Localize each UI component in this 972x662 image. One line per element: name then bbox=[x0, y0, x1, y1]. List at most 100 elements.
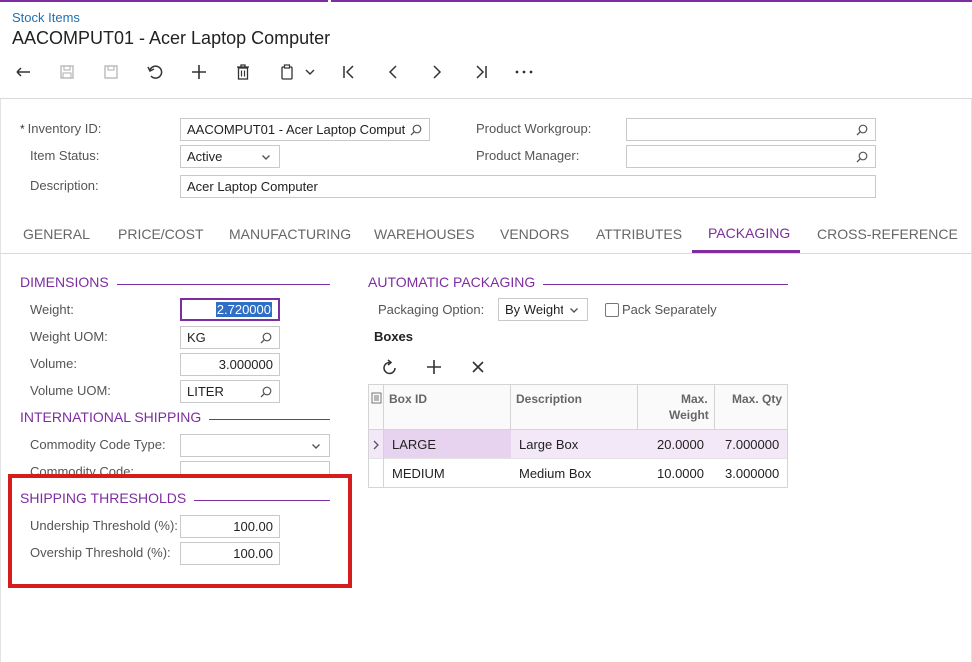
close-icon bbox=[471, 360, 485, 374]
box-id-cell[interactable]: MEDIUM bbox=[392, 466, 445, 481]
column-header-max-qty[interactable]: Max. Qty bbox=[732, 392, 782, 406]
first-record-icon bbox=[341, 64, 357, 80]
product-workgroup-field[interactable] bbox=[626, 118, 876, 141]
next-icon bbox=[429, 64, 445, 80]
save-close-button[interactable] bbox=[56, 60, 78, 84]
tab-attributes[interactable]: ATTRIBUTES bbox=[596, 226, 682, 242]
weight-value: 2.720000 bbox=[215, 302, 272, 317]
column-header-max-weight[interactable]: Max. bbox=[681, 392, 708, 406]
tab-cross-reference[interactable]: CROSS-REFERENCE bbox=[817, 226, 958, 242]
weight-field[interactable]: 2.720000 bbox=[180, 298, 280, 321]
product-workgroup-label: Product Workgroup: bbox=[476, 121, 592, 136]
search-icon[interactable] bbox=[409, 123, 423, 137]
last-record-button[interactable] bbox=[470, 60, 492, 84]
back-button[interactable] bbox=[12, 60, 34, 84]
last-record-icon bbox=[473, 64, 489, 80]
table-row[interactable]: LARGE Large Box 20.0000 7.000000 bbox=[369, 430, 787, 459]
chevron-down-icon bbox=[309, 439, 323, 453]
file-icon[interactable] bbox=[371, 392, 382, 407]
copy-paste-menu-button[interactable] bbox=[302, 60, 318, 84]
volume-label: Volume: bbox=[30, 356, 77, 371]
commodity-code-field[interactable] bbox=[180, 461, 330, 474]
previous-icon bbox=[385, 64, 401, 80]
tab-manufacturing[interactable]: MANUFACTURING bbox=[229, 226, 351, 242]
volume-uom-value: LITER bbox=[187, 384, 224, 399]
automatic-packaging-title: AUTOMATIC PACKAGING bbox=[368, 274, 544, 290]
search-icon[interactable] bbox=[855, 123, 869, 137]
box-id-cell[interactable]: LARGE bbox=[392, 437, 436, 452]
more-button[interactable] bbox=[512, 60, 536, 84]
save-close-icon bbox=[59, 64, 75, 80]
add-button[interactable] bbox=[188, 60, 210, 84]
volume-uom-label: Volume UOM: bbox=[30, 383, 111, 398]
column-header-max-weight-line2: Weight bbox=[669, 408, 709, 422]
max-weight-cell[interactable]: 10.0000 bbox=[657, 466, 704, 481]
tab-bar: GENERAL PRICE/COST MANUFACTURING WAREHOU… bbox=[0, 214, 972, 254]
commodity-code-type-label: Commodity Code Type: bbox=[30, 437, 166, 452]
tab-general[interactable]: GENERAL bbox=[23, 226, 90, 242]
packaging-option-label: Packaging Option: bbox=[378, 302, 485, 317]
undo-button[interactable] bbox=[144, 60, 166, 84]
dimensions-title: DIMENSIONS bbox=[20, 274, 117, 290]
required-marker: * bbox=[20, 122, 25, 136]
copy-paste-button[interactable] bbox=[276, 60, 298, 84]
chevron-down-icon bbox=[259, 150, 273, 164]
item-status-select[interactable]: Active bbox=[180, 145, 280, 168]
inventory-id-value: AACOMPUT01 - Acer Laptop Computer bbox=[187, 122, 405, 137]
delete-row-button[interactable] bbox=[468, 355, 488, 379]
pack-separately-checkbox[interactable] bbox=[605, 303, 619, 317]
active-tab-indicator bbox=[692, 250, 800, 253]
description-field[interactable]: Acer Laptop Computer bbox=[180, 175, 876, 198]
inventory-id-field[interactable]: AACOMPUT01 - Acer Laptop Computer bbox=[180, 118, 430, 141]
previous-record-button[interactable] bbox=[382, 60, 404, 84]
max-qty-cell[interactable]: 3.000000 bbox=[725, 466, 779, 481]
pack-separately-label: Pack Separately bbox=[622, 302, 717, 317]
delete-button[interactable] bbox=[232, 60, 254, 84]
packaging-option-value: By Weight bbox=[505, 302, 563, 317]
next-record-button[interactable] bbox=[426, 60, 448, 84]
search-icon[interactable] bbox=[259, 385, 273, 399]
first-record-button[interactable] bbox=[338, 60, 360, 84]
weight-label: Weight: bbox=[30, 302, 74, 317]
weight-uom-field[interactable]: KG bbox=[180, 326, 280, 349]
add-icon bbox=[426, 359, 442, 375]
weight-uom-label: Weight UOM: bbox=[30, 329, 108, 344]
packaging-option-select[interactable]: By Weight bbox=[498, 298, 588, 321]
commodity-code-type-select[interactable] bbox=[180, 434, 330, 457]
volume-value: 3.000000 bbox=[218, 357, 273, 372]
tab-warehouses[interactable]: WAREHOUSES bbox=[374, 226, 475, 242]
add-row-button[interactable] bbox=[424, 355, 444, 379]
grid-header: Box ID Description Max. Weight Max. Qty bbox=[369, 385, 787, 430]
search-icon[interactable] bbox=[259, 331, 273, 345]
refresh-button[interactable] bbox=[380, 355, 400, 379]
volume-uom-field[interactable]: LITER bbox=[180, 380, 280, 403]
inventory-id-label: * Inventory ID: bbox=[20, 121, 102, 136]
description-value: Acer Laptop Computer bbox=[187, 179, 318, 194]
back-icon bbox=[14, 64, 32, 80]
description-label: Description: bbox=[30, 178, 99, 193]
description-cell[interactable]: Medium Box bbox=[519, 466, 591, 481]
weight-uom-value: KG bbox=[187, 330, 206, 345]
column-header-description[interactable]: Description bbox=[516, 392, 582, 406]
boxes-grid: Box ID Description Max. Weight Max. Qty … bbox=[368, 384, 788, 488]
copy-paste-icon bbox=[279, 64, 295, 80]
tab-packaging[interactable]: PACKAGING bbox=[708, 225, 790, 241]
tab-price-cost[interactable]: PRICE/COST bbox=[118, 226, 204, 242]
product-manager-field[interactable] bbox=[626, 145, 876, 168]
chevron-down-icon bbox=[304, 66, 316, 78]
column-header-box-id[interactable]: Box ID bbox=[389, 392, 427, 406]
more-icon bbox=[514, 69, 534, 75]
volume-field[interactable]: 3.000000 bbox=[180, 353, 280, 376]
search-icon[interactable] bbox=[855, 150, 869, 164]
row-selector-icon bbox=[372, 438, 380, 453]
max-weight-cell[interactable]: 20.0000 bbox=[657, 437, 704, 452]
tab-vendors[interactable]: VENDORS bbox=[500, 226, 569, 242]
international-shipping-title: INTERNATIONAL SHIPPING bbox=[20, 409, 210, 425]
top-accent-line bbox=[0, 0, 972, 2]
description-cell[interactable]: Large Box bbox=[519, 437, 578, 452]
max-qty-cell[interactable]: 7.000000 bbox=[725, 437, 779, 452]
save-button[interactable] bbox=[100, 60, 122, 84]
delete-icon bbox=[235, 64, 251, 80]
table-row[interactable]: MEDIUM Medium Box 10.0000 3.000000 bbox=[369, 459, 787, 488]
breadcrumb[interactable]: Stock Items bbox=[12, 10, 80, 25]
